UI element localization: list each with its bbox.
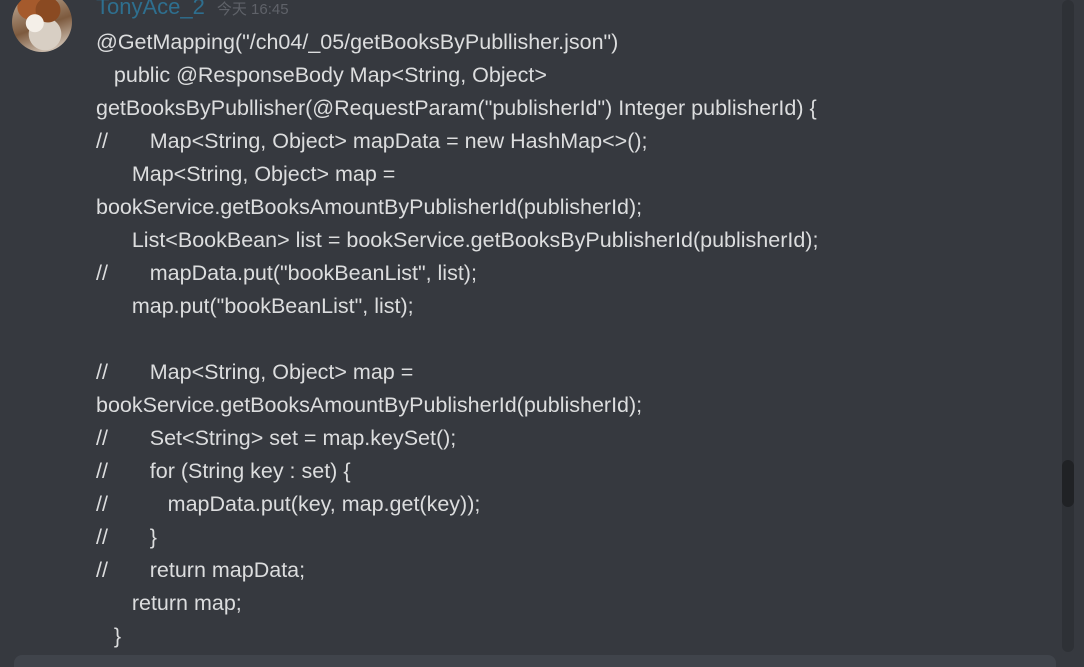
code-line: // Set<String> set = map.keySet(); [96,426,457,450]
message-timestamp: 今天 16:45 [216,1,289,18]
message-header: TonyAce_2 今天 16:45 [96,0,289,24]
code-line: bookService.getBooksAmountByPublisherId(… [96,393,643,417]
message-input-bar[interactable] [14,655,1056,667]
code-line: // for (String key : set) { [96,459,351,483]
code-line: // mapData.put(key, map.get(key)); [96,492,481,516]
code-line: // mapData.put("bookBeanList", list); [96,261,477,285]
scrollbar-track[interactable] [1062,0,1074,652]
author-name[interactable]: TonyAce_2 [96,0,205,20]
code-line: // } [96,525,157,549]
code-line: } [96,624,122,648]
user-avatar[interactable] [12,0,72,52]
code-line: // return mapData; [96,558,306,582]
code-line: // Map<String, Object> map = [96,360,414,384]
code-line: List<BookBean> list = bookService.getBoo… [96,228,819,252]
scrollbar-thumb[interactable] [1062,460,1074,507]
code-line: getBooksByPubllisher(@RequestParam("publ… [96,96,817,120]
code-line: public @ResponseBody Map<String, Object> [96,63,547,87]
message-content: @GetMapping("/ch04/_05/getBooksByPubllis… [96,26,1046,653]
code-line: bookService.getBooksAmountByPublisherId(… [96,195,643,219]
chat-window: TonyAce_2 今天 16:45 @GetMapping("/ch04/_0… [0,0,1084,667]
code-line: // Map<String, Object> mapData = new Has… [96,129,648,153]
code-line: Map<String, Object> map = [96,162,396,186]
code-line: @GetMapping("/ch04/_05/getBooksByPubllis… [96,30,619,54]
code-line: return map; [96,591,242,615]
code-line: map.put("bookBeanList", list); [96,294,414,318]
